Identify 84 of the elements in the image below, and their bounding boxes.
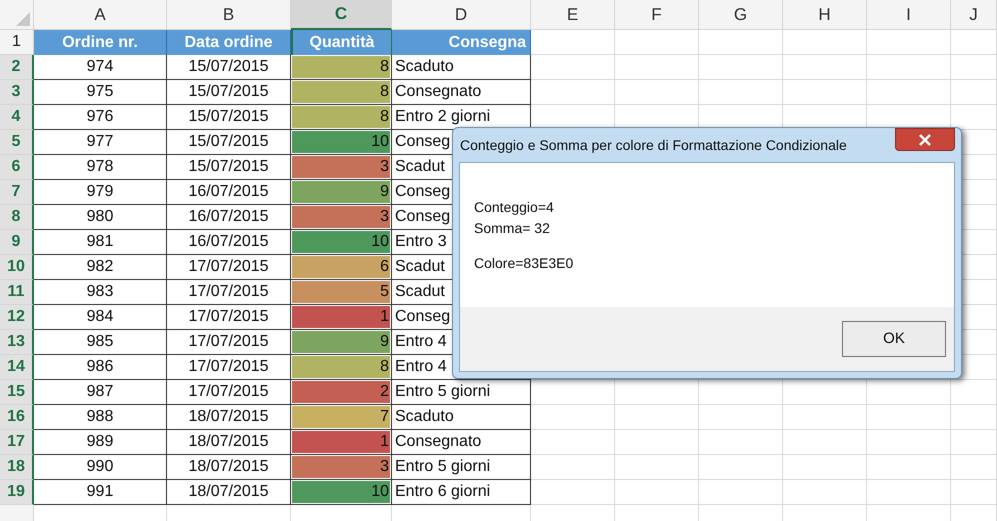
quantity-cell: 1 [292,306,390,328]
table-cell: 981 [34,230,167,255]
quantity-cell: 5 [292,281,390,303]
quantity-cell: 1 [292,431,390,453]
column-header[interactable]: E [566,2,578,28]
column-header[interactable]: F [651,2,662,28]
column-header[interactable]: B [222,2,234,28]
quantity-cell: 3 [292,456,390,478]
column-header[interactable]: H [818,2,831,28]
row-header[interactable]: 6 [12,159,20,175]
header-cell: Ordine nr. [34,30,167,55]
table-cell: 990 [34,455,167,480]
quantity-cell: 10 [292,481,390,503]
select-all-icon[interactable] [16,12,30,26]
table-cell: 980 [34,205,167,230]
quantity-cell: 2 [292,381,390,403]
window-title: Conteggio e Somma per colore di Formattazione Condizionale [459,136,847,155]
ok-button[interactable]: OK [842,321,946,357]
quantity-cell: 3 [292,156,390,178]
table-cell-text: Entro 3 [395,232,447,252]
message-text: Colore=83E3E0 [474,254,574,273]
table-cell-text: Entro 4 [395,357,447,377]
table-cell-text: Conseg [395,132,450,152]
table-cell: 989 [34,430,167,455]
table-cell-text: Conseg [395,307,450,327]
row-header[interactable]: 3 [12,84,20,100]
table-cell: 978 [34,155,167,180]
header-cell: Consegna [392,30,531,55]
column-header[interactable]: J [969,2,978,28]
table-cell-text: Scaduto [395,407,454,427]
table-cell: 986 [34,355,167,380]
table-cell-text: Scadut [395,157,445,177]
row-header[interactable]: 9 [12,234,20,250]
table-cell: 974 [34,55,167,80]
column-header[interactable]: I [906,2,911,28]
quantity-cell: 10 [292,231,390,253]
quantity-cell: 7 [292,406,390,428]
quantity-cell: 8 [292,56,390,78]
table-cell: 977 [34,130,167,155]
table-cell: 979 [34,180,167,205]
row-header[interactable]: 5 [12,134,20,150]
table-cell-text: Conseg [395,207,450,227]
table-cell-text: Conseg [395,182,450,202]
row-header[interactable]: 8 [12,209,20,225]
quantity-cell: 8 [292,81,390,103]
quantity-cell: 8 [292,356,390,378]
table-cell: 987 [34,380,167,405]
quantity-cell: 8 [292,106,390,128]
column-header[interactable]: A [94,2,106,28]
column-header[interactable]: C [334,1,348,27]
table-cell: 984 [34,305,167,330]
quantity-cell: 10 [292,131,390,153]
table-cell: 975 [34,80,167,105]
table-cell: 985 [34,330,167,355]
table-cell-text: Entro 5 giorni [395,457,490,477]
header-cell: Data ordine [167,30,291,55]
table-cell-text: Entro 2 giorni [395,107,490,127]
message-text: Somma= 32 [474,219,551,238]
close-button[interactable] [895,128,955,151]
table-cell-text: Consegnato [395,82,482,102]
table-cell-text: Scadut [395,282,445,302]
table-cell-text: Entro 6 giorni [395,482,490,502]
table-cell: 982 [34,255,167,280]
table-cell: 976 [34,105,167,130]
row-header[interactable]: 7 [12,184,20,200]
quantity-cell: 6 [292,256,390,278]
quantity-cell: 9 [292,331,390,353]
table-cell-text: Consegnato [395,432,482,452]
header-cell: Quantità [291,30,392,55]
quantity-cell: 3 [292,206,390,228]
row-header[interactable]: 4 [12,109,20,125]
message-text: Conteggio=4 [474,198,555,217]
close-icon [918,134,932,146]
table-cell-text: Entro 4 [395,332,447,352]
row-header[interactable]: 1 [12,34,21,50]
table-cell-text: Entro 5 giorni [395,382,490,402]
table-cell-text: Scaduto [395,57,454,77]
table-cell: 983 [34,280,167,305]
row-header[interactable]: 2 [12,59,20,75]
quantity-cell: 9 [292,181,390,203]
column-header[interactable]: G [734,2,748,28]
column-header[interactable]: D [454,2,468,28]
table-cell: 988 [34,405,167,430]
table-cell-text: Scadut [395,257,445,277]
